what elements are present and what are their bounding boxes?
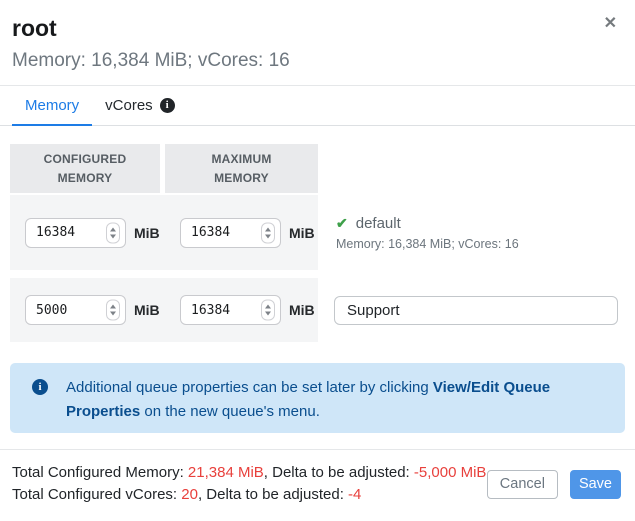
modal-body: Configured Memory Maximum Memory MiB [0,144,635,433]
memory-inputs-cell: MiB MiB [10,278,318,342]
tab-vcores-label: vCores [105,97,153,114]
info-alert: i Additional queue properties can be set… [10,363,625,433]
page-title: root [12,15,619,41]
unit-label: MiB [134,302,160,318]
modal-footer: Total Configured Memory: 21,384 MiB, Del… [0,449,635,506]
tab-memory[interactable]: Memory [12,86,92,126]
new-queue-name-cell [318,278,618,342]
queue-details: Memory: 16,384 MiB; vCores: 16 [336,237,519,251]
close-icon[interactable]: ✕ [600,14,621,34]
column-header-maximum-memory: Maximum Memory [165,144,318,193]
memory-inputs-cell: MiB MiB [10,195,318,270]
modal-header: root ✕ Memory: 16,384 MiB; vCores: 16 [0,0,635,86]
maximum-memory-field [180,295,281,325]
queue-name: default [356,215,401,232]
info-alert-text: Additional queue properties can be set l… [66,376,591,423]
total-vcores-line: Total Configured vCores: 20, Delta to be… [12,484,486,506]
unit-label: MiB [289,225,315,241]
configured-memory-cell: MiB [10,218,165,248]
maximum-memory-cell: MiB [165,218,318,248]
unit-label: MiB [289,302,315,318]
queue-info: ✔ default Memory: 16,384 MiB; vCores: 16 [318,195,519,270]
configured-memory-field [25,218,126,248]
check-icon: ✔ [336,215,348,232]
table-row: MiB MiB [10,278,625,342]
maximum-memory-field [180,218,281,248]
tab-bar: Memory vCores i [0,86,635,126]
modal-subtitle: Memory: 16,384 MiB; vCores: 16 [12,50,619,72]
alert-text-before: Additional queue properties can be set l… [66,379,433,396]
save-button[interactable]: Save [570,470,621,499]
stepper-icon[interactable] [261,222,275,243]
vcores-delta-value: -4 [348,486,361,503]
stepper-icon[interactable] [106,300,120,321]
total-memory-value: 21,384 MiB [188,464,264,481]
stepper-icon[interactable] [261,300,275,321]
total-vcores-value: 20 [181,486,198,503]
totals-summary: Total Configured Memory: 21,384 MiB, Del… [12,462,486,506]
memory-delta-label: , Delta to be adjusted: [264,464,414,481]
tab-memory-label: Memory [25,97,79,114]
info-icon: i [32,379,48,395]
table-header-row: Configured Memory Maximum Memory [10,144,625,193]
configured-memory-cell: MiB [10,295,165,325]
table-row: MiB MiB ✔ default Memory: 16,384 MiB; vC… [10,195,625,270]
tab-vcores[interactable]: vCores i [92,86,188,126]
unit-label: MiB [134,225,160,241]
memory-delta-value: -5,000 MiB [414,464,487,481]
queue-name-input[interactable] [334,296,618,325]
configured-memory-field [25,295,126,325]
info-icon: i [160,98,175,113]
queue-config-modal: root ✕ Memory: 16,384 MiB; vCores: 16 Me… [0,0,635,506]
vcores-delta-label: , Delta to be adjusted: [198,486,348,503]
total-vcores-label: Total Configured vCores: [12,486,181,503]
alert-text-after: on the new queue's menu. [140,403,320,420]
column-header-configured-memory: Configured Memory [10,144,160,193]
total-memory-line: Total Configured Memory: 21,384 MiB, Del… [12,462,486,484]
cancel-button[interactable]: Cancel [487,470,558,499]
total-memory-label: Total Configured Memory: [12,464,188,481]
stepper-icon[interactable] [106,222,120,243]
maximum-memory-cell: MiB [165,295,318,325]
footer-actions: Cancel Save [487,470,621,499]
queue-name-row: ✔ default [336,215,519,232]
